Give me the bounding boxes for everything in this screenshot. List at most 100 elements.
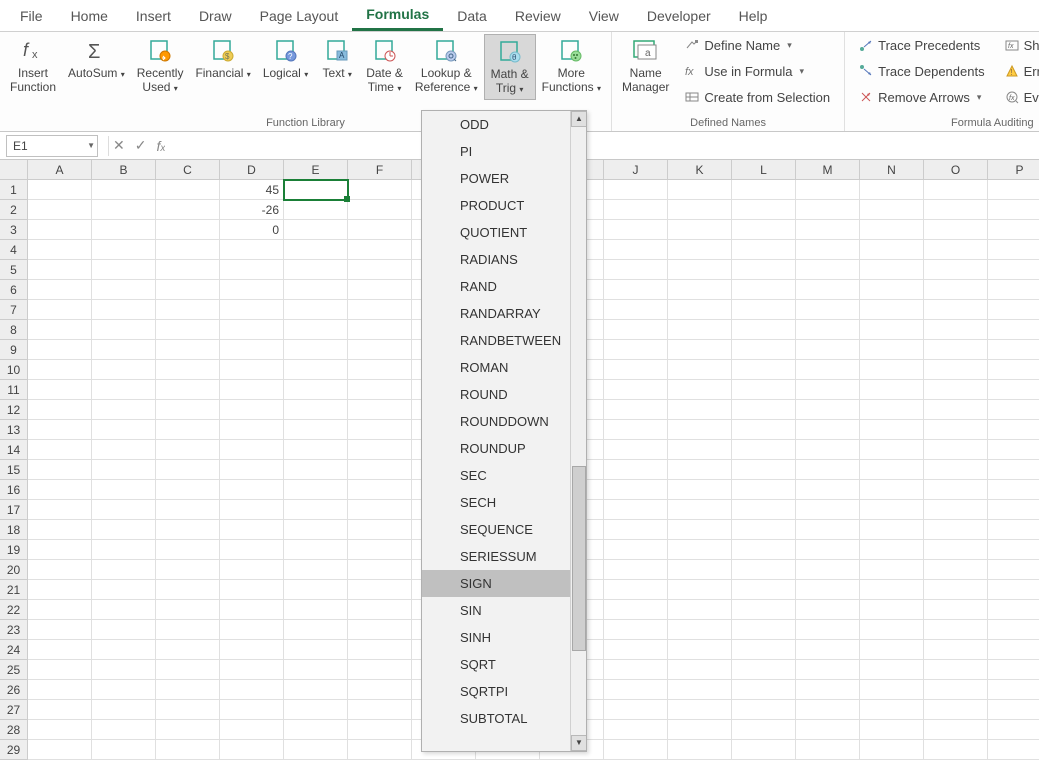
cell-C26[interactable]	[156, 680, 220, 700]
col-header-D[interactable]: D	[220, 160, 284, 180]
cell-P5[interactable]	[988, 260, 1039, 280]
cell-B28[interactable]	[92, 720, 156, 740]
cell-A3[interactable]	[28, 220, 92, 240]
cell-J24[interactable]	[604, 640, 668, 660]
cell-M6[interactable]	[796, 280, 860, 300]
cell-O7[interactable]	[924, 300, 988, 320]
cell-B4[interactable]	[92, 240, 156, 260]
cell-N11[interactable]	[860, 380, 924, 400]
cell-C20[interactable]	[156, 560, 220, 580]
cell-A1[interactable]	[28, 180, 92, 200]
cell-E4[interactable]	[284, 240, 348, 260]
row-header-29[interactable]: 29	[0, 740, 28, 760]
cancel-icon[interactable]: ✕	[113, 137, 125, 154]
cell-P3[interactable]	[988, 220, 1039, 240]
cell-O10[interactable]	[924, 360, 988, 380]
col-header-K[interactable]: K	[668, 160, 732, 180]
cell-C7[interactable]	[156, 300, 220, 320]
cell-F3[interactable]	[348, 220, 412, 240]
fn-randbetween[interactable]: RANDBETWEEN	[422, 327, 586, 354]
use-in-formula-button[interactable]: fxUse in Formula▾	[681, 60, 834, 82]
cell-L19[interactable]	[732, 540, 796, 560]
cell-N3[interactable]	[860, 220, 924, 240]
cell-E12[interactable]	[284, 400, 348, 420]
row-header-20[interactable]: 20	[0, 560, 28, 580]
cell-P26[interactable]	[988, 680, 1039, 700]
cell-M22[interactable]	[796, 600, 860, 620]
cell-N5[interactable]	[860, 260, 924, 280]
fn-roman[interactable]: ROMAN	[422, 354, 586, 381]
col-header-P[interactable]: P	[988, 160, 1039, 180]
cell-B19[interactable]	[92, 540, 156, 560]
cell-E13[interactable]	[284, 420, 348, 440]
financial-button[interactable]: $Financial ▾	[189, 34, 256, 84]
col-header-B[interactable]: B	[92, 160, 156, 180]
cell-F16[interactable]	[348, 480, 412, 500]
cell-C19[interactable]	[156, 540, 220, 560]
cell-E22[interactable]	[284, 600, 348, 620]
fn-sec[interactable]: SEC	[422, 462, 586, 489]
cell-O24[interactable]	[924, 640, 988, 660]
cell-P24[interactable]	[988, 640, 1039, 660]
cell-C18[interactable]	[156, 520, 220, 540]
cell-J10[interactable]	[604, 360, 668, 380]
cell-E26[interactable]	[284, 680, 348, 700]
tab-home[interactable]: Home	[57, 2, 122, 30]
cell-M5[interactable]	[796, 260, 860, 280]
cell-M28[interactable]	[796, 720, 860, 740]
cell-O27[interactable]	[924, 700, 988, 720]
cell-C9[interactable]	[156, 340, 220, 360]
cell-M15[interactable]	[796, 460, 860, 480]
cell-L9[interactable]	[732, 340, 796, 360]
cell-D21[interactable]	[220, 580, 284, 600]
trace-dependents-button[interactable]: Trace Dependents	[855, 60, 988, 82]
cell-A13[interactable]	[28, 420, 92, 440]
cell-O21[interactable]	[924, 580, 988, 600]
cell-L28[interactable]	[732, 720, 796, 740]
cell-O5[interactable]	[924, 260, 988, 280]
cell-O3[interactable]	[924, 220, 988, 240]
row-header-8[interactable]: 8	[0, 320, 28, 340]
row-header-14[interactable]: 14	[0, 440, 28, 460]
cell-O4[interactable]	[924, 240, 988, 260]
fn-sqrtpi[interactable]: SQRTPI	[422, 678, 586, 705]
cell-K26[interactable]	[668, 680, 732, 700]
cell-P18[interactable]	[988, 520, 1039, 540]
fn-seriessum[interactable]: SERIESSUM	[422, 543, 586, 570]
cell-C10[interactable]	[156, 360, 220, 380]
cell-J23[interactable]	[604, 620, 668, 640]
cell-C11[interactable]	[156, 380, 220, 400]
col-header-M[interactable]: M	[796, 160, 860, 180]
cell-D27[interactable]	[220, 700, 284, 720]
cell-L16[interactable]	[732, 480, 796, 500]
cell-D17[interactable]	[220, 500, 284, 520]
cell-B21[interactable]	[92, 580, 156, 600]
cell-O13[interactable]	[924, 420, 988, 440]
cell-P28[interactable]	[988, 720, 1039, 740]
cell-F12[interactable]	[348, 400, 412, 420]
cell-M19[interactable]	[796, 540, 860, 560]
row-header-6[interactable]: 6	[0, 280, 28, 300]
select-all-corner[interactable]	[0, 160, 28, 180]
cell-B15[interactable]	[92, 460, 156, 480]
cell-O23[interactable]	[924, 620, 988, 640]
col-header-A[interactable]: A	[28, 160, 92, 180]
row-header-17[interactable]: 17	[0, 500, 28, 520]
cell-A29[interactable]	[28, 740, 92, 760]
fn-round[interactable]: ROUND	[422, 381, 586, 408]
fn-sqrt[interactable]: SQRT	[422, 651, 586, 678]
cell-N27[interactable]	[860, 700, 924, 720]
cell-N22[interactable]	[860, 600, 924, 620]
cell-N15[interactable]	[860, 460, 924, 480]
cell-A23[interactable]	[28, 620, 92, 640]
cell-N23[interactable]	[860, 620, 924, 640]
col-header-J[interactable]: J	[604, 160, 668, 180]
cell-M20[interactable]	[796, 560, 860, 580]
row-header-12[interactable]: 12	[0, 400, 28, 420]
cell-K21[interactable]	[668, 580, 732, 600]
cell-N16[interactable]	[860, 480, 924, 500]
cell-K13[interactable]	[668, 420, 732, 440]
cell-C2[interactable]	[156, 200, 220, 220]
cell-P7[interactable]	[988, 300, 1039, 320]
evaluate-formula-button[interactable]: fxEvaluate Formula	[1001, 86, 1039, 108]
